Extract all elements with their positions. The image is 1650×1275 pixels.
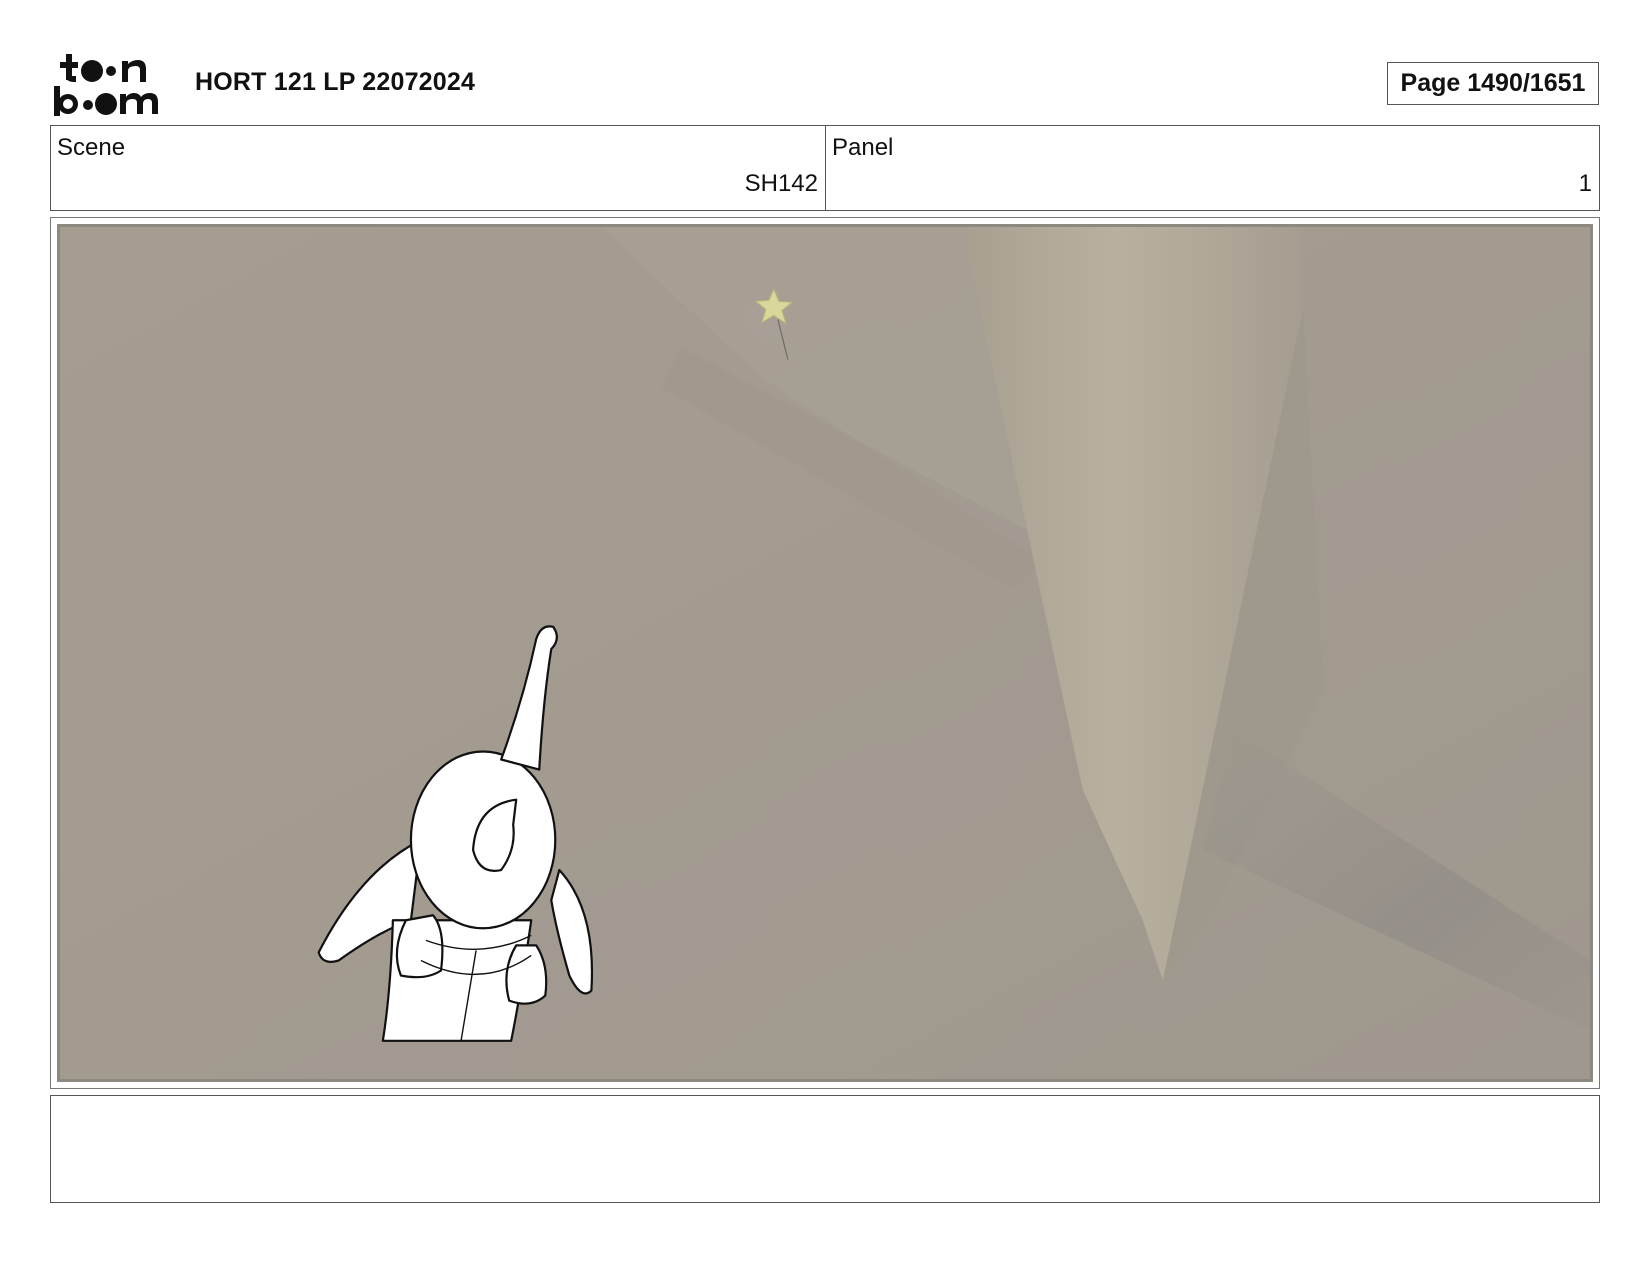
scene-panel-table: Scene SH142 Panel 1 — [50, 125, 1600, 211]
page-indicator-label: Page 1490/1651 — [1400, 69, 1586, 97]
document-title: HORT 121 LP 22072024 — [195, 68, 476, 96]
toon-boom-logo-icon — [54, 54, 158, 116]
storyboard-drawing-icon — [60, 227, 1590, 1079]
scene-value: SH142 — [744, 170, 818, 197]
scene-cell: Scene SH142 — [51, 126, 826, 210]
panel-notes — [50, 1095, 1600, 1203]
panel-cell: Panel 1 — [826, 126, 1599, 210]
panel-frame — [50, 217, 1600, 1089]
toon-boom-logo — [52, 52, 172, 116]
panel-image — [57, 224, 1593, 1082]
panel-value: 1 — [1578, 170, 1592, 197]
panel-label: Panel — [832, 134, 894, 161]
page-indicator: Page 1490/1651 — [1387, 62, 1599, 105]
scene-label: Scene — [57, 134, 126, 161]
